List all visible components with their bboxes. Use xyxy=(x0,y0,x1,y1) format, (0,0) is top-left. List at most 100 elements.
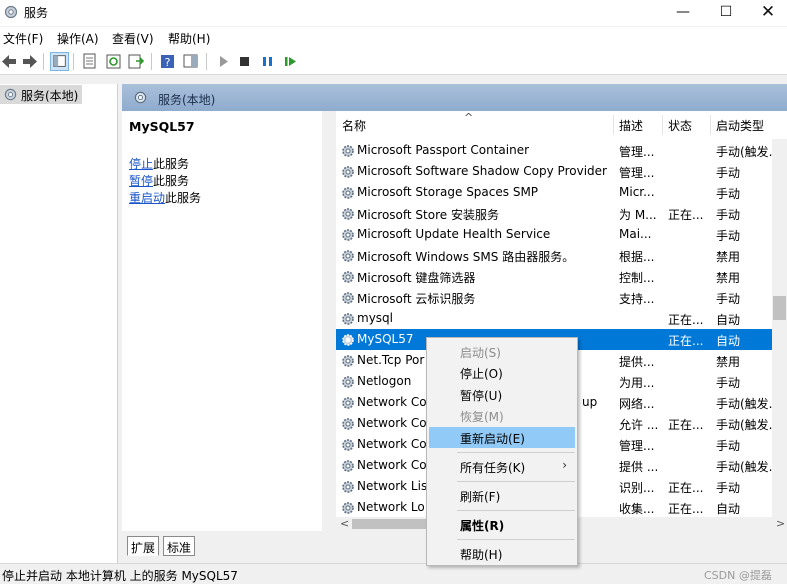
menu-item-resume[interactable]: 恢复(M) xyxy=(429,405,575,426)
menu-item-properties[interactable]: 属性(R) xyxy=(429,514,575,535)
svg-text:?: ? xyxy=(165,56,171,69)
service-startup-type-cell: 手动 xyxy=(716,439,741,453)
service-row[interactable]: Microsoft Windows SMS 路由器服务。 根据... 禁用 xyxy=(336,245,772,266)
restart-service-icon[interactable] xyxy=(281,52,300,71)
service-description-cell: Mai... xyxy=(619,227,652,241)
service-gear-icon xyxy=(342,250,354,262)
properties-icon[interactable] xyxy=(80,52,99,71)
service-row[interactable]: Microsoft Store 安装服务 为 M... 正在... 手动 xyxy=(336,203,772,224)
column-divider[interactable] xyxy=(710,115,711,135)
service-name-cell: Microsoft Windows SMS 路由器服务。 xyxy=(357,250,575,264)
tree-item-services-local[interactable]: 服务(本地) xyxy=(0,85,82,104)
close-button[interactable]: ✕ xyxy=(745,0,787,26)
service-description-cell: 支持... xyxy=(619,292,655,306)
service-description-cell: 收集... xyxy=(619,502,655,516)
column-header-startup-type[interactable]: 启动类型 xyxy=(716,117,764,134)
scroll-right-icon[interactable]: > xyxy=(776,517,785,530)
selected-service-name: MySQL57 xyxy=(129,119,195,134)
service-name-cell: Microsoft 云标识服务 xyxy=(357,292,476,306)
column-divider[interactable] xyxy=(662,115,663,135)
show-hide-action-pane-icon[interactable] xyxy=(181,52,200,71)
service-name-cell: Microsoft Update Health Service xyxy=(357,227,551,241)
stop-service-link[interactable]: 停止 xyxy=(129,157,153,171)
pause-service-icon[interactable] xyxy=(258,52,277,71)
column-header-name[interactable]: 名称 xyxy=(342,117,366,134)
pause-service-link[interactable]: 暂停 xyxy=(129,174,153,188)
service-name-cell: Microsoft Passport Container xyxy=(357,143,530,157)
service-name-overflow-cell: up xyxy=(582,395,598,409)
menu-item-start[interactable]: 启动(S) xyxy=(429,341,575,362)
menu-file[interactable]: 文件(F) xyxy=(3,30,43,47)
service-description-cell: 允许 ... xyxy=(619,418,659,432)
service-row[interactable]: Microsoft Software Shadow Copy Provider 管… xyxy=(336,161,772,182)
tab-extended[interactable]: 扩展 xyxy=(127,536,160,556)
column-header-description[interactable]: 描述 xyxy=(619,117,643,134)
service-startup-type-cell: 自动 xyxy=(716,502,741,516)
forward-arrow-icon[interactable] xyxy=(20,52,39,71)
menu-action[interactable]: 操作(A) xyxy=(57,30,99,47)
service-row[interactable]: Microsoft 云标识服务 支持... 手动 xyxy=(336,287,772,308)
panel-header-title: 服务(本地) xyxy=(158,93,216,107)
start-service-icon[interactable] xyxy=(214,52,233,71)
tab-standard[interactable]: 标准 xyxy=(163,536,196,556)
service-row[interactable]: Microsoft Update Health Service Mai... 手动 xyxy=(336,224,772,245)
toolbar: ? xyxy=(0,48,787,75)
back-arrow-icon[interactable] xyxy=(0,52,19,71)
service-gear-icon xyxy=(342,355,354,367)
service-gear-icon xyxy=(342,166,354,178)
column-header-status[interactable]: 状态 xyxy=(668,117,692,134)
action-pause: 暂停此服务 xyxy=(129,174,190,188)
service-startup-type-cell: 手动 xyxy=(716,481,741,495)
service-name-cell: Microsoft 键盘筛选器 xyxy=(357,271,476,285)
service-startup-type-cell: 禁用 xyxy=(716,355,741,369)
menu-item-all-tasks[interactable]: 所有任务(K) › xyxy=(429,456,575,477)
restart-service-link[interactable]: 重启动 xyxy=(129,191,165,205)
minimize-button[interactable]: — xyxy=(660,0,706,26)
service-gear-icon xyxy=(342,187,354,199)
toolbar-separator xyxy=(43,53,44,70)
service-row[interactable]: mysql 正在... 自动 xyxy=(336,308,772,329)
menu-item-refresh[interactable]: 刷新(F) xyxy=(429,485,575,506)
vertical-scrollbar[interactable] xyxy=(772,139,787,517)
service-row[interactable]: Microsoft Storage Spaces SMP Micr... 手动 xyxy=(336,182,772,203)
service-description-cell: 根据... xyxy=(619,250,655,264)
console-tree-icon[interactable] xyxy=(50,52,69,71)
service-startup-type-cell: 手动 xyxy=(716,208,741,222)
submenu-arrow-icon: › xyxy=(562,458,567,472)
scroll-left-icon[interactable]: < xyxy=(340,517,349,530)
help-icon[interactable]: ? xyxy=(158,52,177,71)
menu-item-pause[interactable]: 暂停(U) xyxy=(429,384,575,405)
panel-header: 服务(本地) xyxy=(122,84,787,111)
service-gear-icon xyxy=(342,418,354,430)
menu-item-restart[interactable]: 重新启动(E) xyxy=(429,427,575,448)
service-gear-icon xyxy=(342,313,354,325)
service-row[interactable]: Microsoft 键盘筛选器 控制... 禁用 xyxy=(336,266,772,287)
services-gear-icon xyxy=(4,88,17,101)
refresh-icon[interactable] xyxy=(104,52,123,71)
service-status-cell: 正在... xyxy=(668,208,704,222)
menu-separator xyxy=(457,481,575,482)
column-divider[interactable] xyxy=(613,115,614,135)
menu-item-stop[interactable]: 停止(O) xyxy=(429,362,575,383)
service-gear-icon xyxy=(342,397,354,409)
service-detail-pane: MySQL57 停止此服务 暂停此服务 重启动此服务 xyxy=(122,111,322,531)
menu-item-help[interactable]: 帮助(H) xyxy=(429,543,575,564)
service-startup-type-cell: 手动 xyxy=(716,166,741,180)
column-headers: ^ 名称 描述 状态 启动类型 xyxy=(336,111,787,139)
status-bar: 停止并启动 本地计算机 上的服务 MySQL57 CSDN @提磊 xyxy=(0,563,787,584)
service-gear-icon xyxy=(342,481,354,493)
export-list-icon[interactable] xyxy=(126,52,145,71)
menu-view[interactable]: 查看(V) xyxy=(112,30,154,47)
status-text: 停止并启动 本地计算机 上的服务 MySQL57 xyxy=(2,569,238,583)
service-startup-type-cell: 自动 xyxy=(716,334,741,348)
service-name-cell: Microsoft Storage Spaces SMP xyxy=(357,185,539,199)
service-row[interactable]: Microsoft Passport Container 管理... 手动(触发..… xyxy=(336,140,772,161)
service-gear-icon xyxy=(342,208,354,220)
maximize-button[interactable]: ☐ xyxy=(703,0,749,26)
window-title: 服务 xyxy=(24,6,49,20)
service-startup-type-cell: 手动(触发... xyxy=(716,145,772,159)
stop-service-icon[interactable] xyxy=(235,52,254,71)
vertical-scroll-thumb[interactable] xyxy=(773,296,786,320)
menu-help[interactable]: 帮助(H) xyxy=(168,30,210,47)
service-status-cell: 正在... xyxy=(668,502,704,516)
